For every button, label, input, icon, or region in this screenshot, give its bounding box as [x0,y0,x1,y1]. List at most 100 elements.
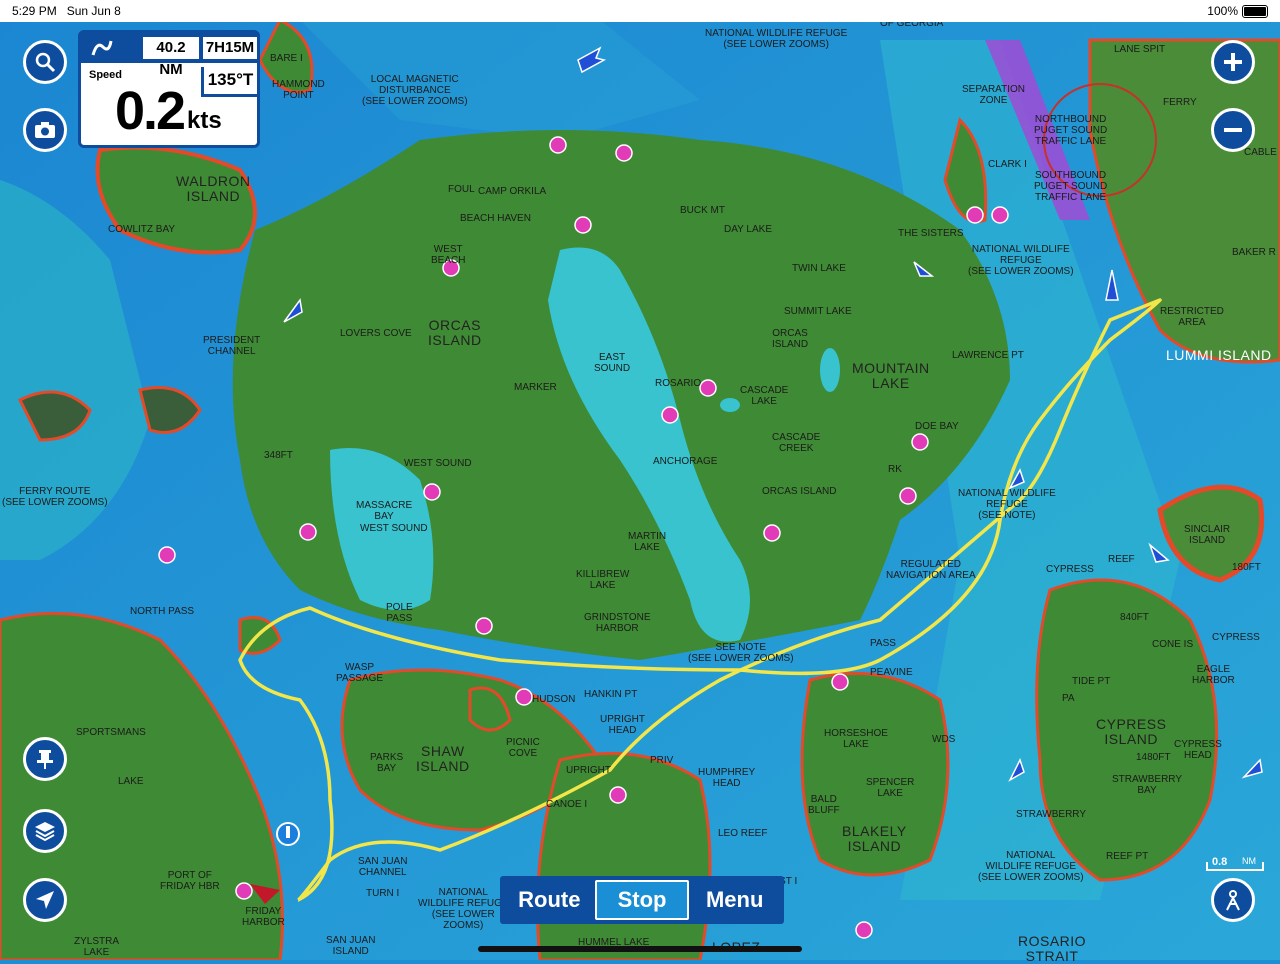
person-icon [1226,890,1240,911]
label-canoe-island: CANOE I [546,799,588,810]
label-doe-bay: DOE BAY [915,421,959,432]
trip-distance: 40.2 NM [143,37,199,78]
zoom-out-button[interactable] [1211,108,1255,152]
label-lake: LAKE [118,776,144,787]
speed-caption: Speed [89,69,123,81]
label-east-sound: EAST SOUND [594,352,631,374]
label-friday-harbor: FRIDAY HARBOR [242,906,285,928]
label-parks-bay: PARKS BAY [370,752,404,774]
drop-pin-button[interactable] [23,737,67,781]
label-hudson: HUDSON [532,694,576,705]
label-lummi-island: LUMMI ISLAND [1166,347,1272,363]
label-west-sound-top: WEST SOUND [404,458,472,469]
speed-value: 0.2 [115,81,186,141]
label-sportsmans: SPORTSMANS [76,727,146,738]
label-refuge-sw: NATIONAL WILDLIFE REFUGE (SEE LOWER ZOOM… [418,887,509,931]
label-west-sound: WEST SOUND [360,523,428,534]
label-cypress-r: CYPRESS [1212,632,1260,643]
label-blakely-island: BLAKELY ISLAND [842,823,907,854]
home-indicator[interactable] [478,946,802,952]
label-bare-island: BARE I [270,53,303,64]
route-waypoint-pin[interactable] [276,822,300,846]
minus-icon [1224,128,1242,132]
label-buck-mt: BUCK MT [680,205,725,216]
zoom-in-button[interactable] [1211,40,1255,84]
label-massacre-bay: MASSACRE BAY [356,500,413,522]
label-see-note: SEE NOTE (SEE LOWER ZOOMS) [688,642,794,664]
label-180ft: 180FT [1232,562,1261,573]
stop-button[interactable]: Stop [594,880,690,920]
label-leo-reef: LEO REEF [718,828,768,839]
label-north-pass: NORTH PASS [130,606,195,617]
label-cypress-head: CYPRESS HEAD [1174,739,1222,761]
label-waldron-island: WALDRON ISLAND [176,173,251,204]
heading-readout: 135°T [201,67,257,97]
label-rosario: ROSARIO [655,378,702,389]
label-southbound-lane: SOUTHBOUND PUGET SOUND TRAFFIC LANE [1034,170,1108,203]
label-killibrew-lake: KILLIBREW LAKE [576,569,630,591]
label-west-beach: WEST BEACH [431,244,466,266]
label-northbound-lane: NORTHBOUND PUGET SOUND TRAFFIC LANE [1034,114,1108,147]
label-san-juan-channel: SAN JUAN CHANNEL [358,856,408,878]
label-refuge-nw: NATIONAL WILDLIFE REFUGE (SEE LOWER ZOOM… [968,244,1074,277]
label-clark-island: CLARK I [988,159,1027,170]
search-button[interactable] [23,40,67,84]
label-strawberry-bay: STRAWBERRY BAY [1112,774,1183,796]
label-ferry-route: FERRY ROUTE (SEE LOWER ZOOMS) [2,486,108,508]
map-scale: 0.8 NM [1206,856,1264,872]
label-baker: BAKER R [1232,247,1276,258]
label-840ft: 840FT [1120,612,1149,623]
label-spencer-lake: SPENCER LAKE [866,777,915,799]
label-reef: REEF [1108,554,1135,565]
label-port-of-friday: PORT OF FRIDAY HBR [160,870,220,892]
label-refuge-top: NATIONAL WILDLIFE REFUGE (SEE LOWER ZOOM… [705,28,848,50]
account-button[interactable] [1211,878,1255,922]
label-cowlitz-bay: COWLITZ BAY [108,224,176,235]
label-cypress-top: CYPRESS [1046,564,1094,575]
label-grindstone-harbor: GRINDSTONE HARBOR [584,612,651,634]
label-magnetic-disturbance: LOCAL MAGNETIC DISTURBANCE (SEE LOWER ZO… [362,74,468,107]
label-restricted-area: RESTRICTED AREA [1160,306,1224,328]
label-day-lake: DAY LAKE [724,224,772,235]
label-camp-orkila: CAMP ORKILA [478,186,547,197]
label-regulated-area: REGULATED NAVIGATION AREA [886,559,976,581]
label-mountain-lake: MOUNTAIN LAKE [852,360,930,391]
locate-button[interactable] [23,878,67,922]
menu-button[interactable]: Menu [689,880,780,920]
speed-panel[interactable]: 40.2 NM 7H15M Speed 135°T 0.2 kts [78,30,260,148]
status-time: 5:29 PM Sun Jun 8 [12,4,121,18]
label-tide-pt: TIDE PT [1072,676,1111,687]
label-separation-zone: SEPARATION ZONE [962,84,1025,106]
plus-icon [1224,53,1242,71]
status-bar: 5:29 PM Sun Jun 8 100% [0,0,1280,22]
label-shaw-island: SHAW ISLAND [416,743,470,774]
label-orcas-island-small: ORCAS ISLAND [772,328,809,350]
cascade-lake [720,398,740,412]
label-hammond-point: HAMMOND POINT [272,79,325,101]
mountain-lake [820,348,840,392]
label-1480ft: 1480FT [1136,752,1171,763]
label-orcas-island: ORCAS ISLAND [428,317,482,348]
label-san-juan-island: SAN JUAN ISLAND [326,935,376,957]
layers-button[interactable] [23,809,67,853]
track-icon [89,37,115,59]
label-cascade-lake: CASCADE LAKE [740,385,789,407]
label-refuge-mid: NATIONAL WILDLIFE REFUGE (SEE NOTE) [958,488,1056,521]
lopez-island [536,751,712,960]
label-foul: FOUL [448,184,475,195]
camera-icon [35,122,55,138]
speed-panel-header: 40.2 NM 7H15M [81,33,257,78]
layers-icon [35,822,55,842]
label-cone-is: CONE IS [1152,639,1194,650]
label-upright-head: UPRIGHT HEAD [600,714,645,736]
camera-button[interactable] [23,108,67,152]
label-marker: MARKER [514,382,557,393]
label-twin-lake: TWIN LAKE [792,263,846,274]
label-pass: PASS [870,638,896,649]
label-lane-spit: LANE SPIT [1114,44,1166,55]
label-ferry: FERRY [1163,97,1197,108]
label-orcas-island-mid: ORCAS ISLAND [762,486,837,497]
label-cypress-island: CYPRESS ISLAND [1096,716,1167,747]
label-lovers-cove: LOVERS COVE [340,328,412,339]
route-button[interactable]: Route [504,880,595,920]
